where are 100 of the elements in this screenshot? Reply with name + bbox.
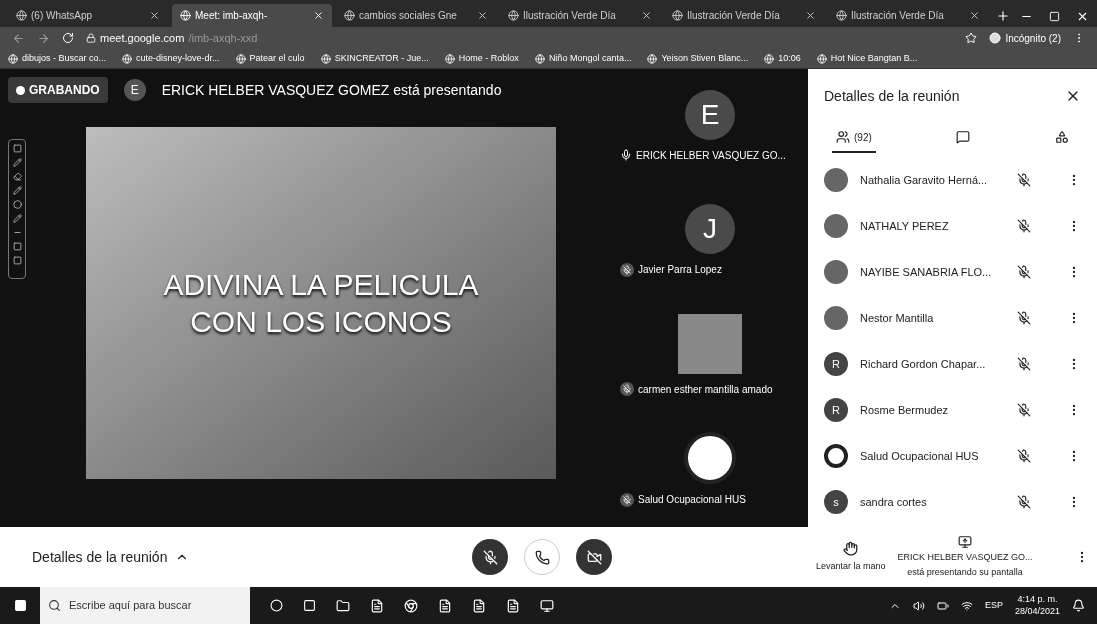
speaker-icon[interactable] — [912, 599, 925, 612]
back-icon[interactable] — [12, 31, 25, 45]
close-icon[interactable] — [1076, 10, 1089, 23]
slide-title: ADIVINA LA PELICULA CON LOS ICONOS — [162, 266, 480, 340]
site-icon — [344, 10, 355, 21]
pencil-icon[interactable] — [12, 158, 22, 167]
mic-off-button[interactable] — [472, 539, 508, 575]
close-icon[interactable] — [805, 10, 816, 21]
bookmark[interactable]: cute-disney-love-dr... — [122, 51, 220, 66]
tab-title: Ilustración Verde Día — [851, 9, 945, 23]
avatar-photo-placeholder — [824, 168, 848, 192]
lock-icon — [86, 33, 96, 43]
avatar: E — [685, 89, 735, 140]
eraser-icon[interactable] — [12, 172, 22, 181]
participant-name: Javier Parra Lopez — [638, 263, 722, 278]
site-icon — [508, 10, 519, 21]
document-icon[interactable] — [472, 598, 486, 613]
site-icon — [836, 10, 847, 21]
pencil-icon[interactable] — [12, 214, 22, 223]
bookmark[interactable]: dibujos - Buscar co... — [8, 51, 107, 66]
participant-name: Salud Ocupacional HUS — [638, 493, 746, 508]
browser-tab[interactable]: Meet: imb-axqh- — [172, 4, 332, 27]
address-field[interactable]: meet.google.com /imb-axqh-xxd — [86, 29, 954, 47]
bookmark[interactable]: Home - Roblox — [444, 51, 519, 66]
bookmark[interactable]: Niño Mongol canta... — [534, 51, 632, 66]
notification-icon[interactable] — [1072, 599, 1085, 612]
bookmark[interactable]: Patear el culo — [235, 51, 305, 66]
document-icon[interactable] — [506, 598, 520, 613]
close-icon[interactable] — [969, 10, 980, 21]
bookmark[interactable]: 10:06 — [764, 51, 801, 66]
site-icon — [122, 53, 133, 64]
site-icon — [320, 53, 331, 64]
tab-title: Meet: imb-axqh- — [195, 9, 269, 23]
tab-title: Ilustración Verde Día — [687, 9, 781, 23]
avatar-photo-placeholder — [824, 306, 848, 330]
clock[interactable]: 4:14 p. m. 28/04/2021 — [1014, 594, 1060, 617]
bookmark[interactable]: SKINCREATOR - Jue... — [320, 51, 429, 66]
tab-title: Ilustración Verde Día — [523, 9, 617, 23]
document-icon[interactable] — [438, 598, 452, 613]
maximize-icon[interactable] — [1049, 11, 1060, 22]
presenting-button[interactable]: ERICK HELBER VASQUEZ GO... está presentando su pantalla — [897, 534, 1033, 580]
taskbar-search-field[interactable]: Escribe aquí para buscar — [40, 587, 250, 624]
mic-off-icon — [1017, 219, 1031, 233]
folder-icon[interactable] — [336, 598, 350, 613]
site-icon — [764, 53, 775, 64]
participant-name: NAYIBE SANABRIA FLO... — [860, 264, 993, 280]
mic-off-icon — [1017, 173, 1031, 187]
participant-name: sandra cortes — [860, 494, 928, 510]
shape-icon[interactable] — [12, 144, 22, 153]
close-icon[interactable] — [477, 10, 488, 21]
browser-icon[interactable] — [404, 598, 418, 613]
reload-icon[interactable] — [62, 32, 74, 44]
logo-avatar — [824, 444, 848, 468]
site-icon — [444, 53, 455, 64]
avatar: R — [824, 398, 848, 422]
avatar: R — [824, 352, 848, 376]
avatar: J — [685, 204, 735, 255]
tab-title: cambios sociales Gne — [359, 9, 458, 23]
video-placeholder — [678, 313, 742, 374]
document-icon[interactable] — [370, 598, 384, 613]
language-indicator[interactable]: ESP — [984, 598, 1003, 613]
phone-icon — [534, 549, 550, 565]
bookmark[interactable]: Yeison Stiven Blanc... — [647, 51, 749, 66]
close-icon[interactable] — [641, 10, 652, 21]
camera-off-button[interactable] — [576, 539, 612, 575]
shapes-icon — [1055, 130, 1069, 144]
window-icon[interactable] — [540, 598, 554, 613]
avatar-photo-placeholder — [824, 260, 848, 284]
task-view-icon[interactable] — [303, 599, 316, 612]
battery-icon[interactable] — [936, 599, 949, 612]
profile-button[interactable]: Incógnito (2) — [989, 30, 1061, 46]
close-icon[interactable] — [149, 10, 160, 21]
close-icon[interactable] — [313, 10, 324, 21]
participant-name: Nestor Mantilla — [860, 310, 935, 326]
bookmark[interactable]: Hot Nice Bangtan B... — [816, 51, 918, 66]
site-icon — [8, 53, 18, 64]
wifi-icon[interactable] — [960, 599, 973, 612]
recording-badge: GRABANDO — [8, 77, 108, 103]
site-icon — [534, 53, 545, 64]
forward-icon[interactable] — [37, 31, 50, 45]
panel-tab[interactable]: (92) — [832, 123, 876, 153]
search-icon — [48, 599, 61, 612]
new-tab-icon[interactable] — [996, 9, 1010, 23]
star-icon[interactable] — [965, 32, 978, 44]
cortana-icon[interactable] — [270, 599, 283, 612]
mic-off-icon — [1017, 357, 1031, 371]
raise-hand-button[interactable]: Levantar la mano — [816, 540, 886, 574]
participant-name: Nathalia Garavito Herná... — [860, 172, 989, 188]
pencil-icon[interactable] — [12, 186, 22, 195]
site-icon — [180, 10, 191, 21]
presenter-label: ERICK HELBER VASQUEZ GOMEZ está presentando — [161, 80, 502, 100]
circle-icon[interactable] — [12, 200, 22, 209]
screen-share-icon — [958, 534, 972, 549]
avatar: E — [123, 79, 146, 101]
tab-title: (6) WhatsApp — [31, 9, 94, 23]
meeting-details-button[interactable]: Detalles de la reunión — [32, 546, 472, 568]
avatar: s — [824, 490, 848, 514]
mic-off-icon — [1017, 449, 1031, 463]
people-icon — [836, 130, 850, 144]
panel-title: Detalles de la reunión — [824, 86, 960, 106]
